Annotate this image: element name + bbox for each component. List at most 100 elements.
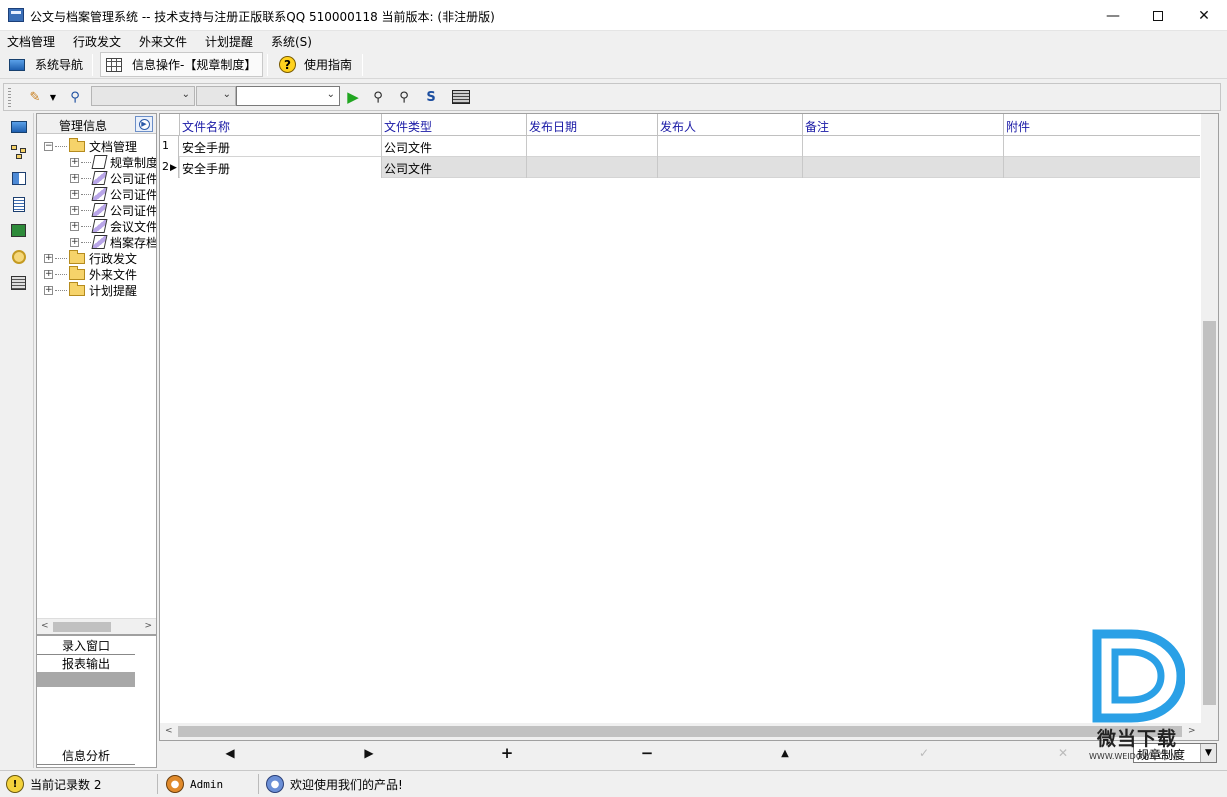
tree-node-leaf[interactable]: + 规章制度 — [70, 154, 156, 170]
user-guide-button[interactable]: ? 使用指南 — [279, 52, 352, 77]
tree-node-leaf[interactable]: + 公司证件 — [70, 186, 156, 202]
scroll-left-icon[interactable]: < — [41, 621, 49, 631]
print-icon[interactable] — [450, 88, 472, 106]
column-header[interactable]: 文件类型 — [382, 114, 527, 136]
table-cell[interactable]: 安全手册 — [180, 157, 382, 178]
book-icon[interactable] — [10, 171, 27, 186]
operator-select[interactable]: ⌄ — [196, 86, 236, 106]
scrollbar-thumb[interactable] — [178, 726, 1182, 737]
table-cell[interactable]: 安全手册 — [180, 136, 382, 157]
status-divider — [258, 774, 259, 794]
tree-node-label: 会议文件 — [110, 219, 157, 234]
expand-icon[interactable]: + — [44, 285, 53, 295]
column-header[interactable]: 文件名称 — [180, 114, 382, 136]
menu-admin-dispatch[interactable]: 行政发文 — [73, 33, 121, 50]
monitor-icon[interactable] — [10, 119, 27, 134]
tree-node-label: 行政发文 — [89, 251, 138, 266]
first-record-icon[interactable]: ◀ — [222, 745, 238, 761]
expand-icon[interactable]: + — [44, 253, 53, 263]
expand-icon[interactable]: + — [70, 157, 79, 167]
column-header[interactable]: 发布日期 — [527, 114, 658, 136]
scroll-left-icon[interactable]: < — [165, 726, 173, 736]
run-query-icon[interactable]: ▶ — [344, 88, 362, 106]
tree-node-folder[interactable]: + 计划提醒 — [44, 281, 137, 298]
tree-node-folder[interactable]: + 行政发文 — [44, 249, 138, 266]
tree-structure-icon[interactable] — [10, 145, 27, 160]
collapse-icon[interactable]: − — [44, 141, 53, 151]
printer-icon[interactable] — [10, 275, 27, 290]
menu-plan-reminder[interactable]: 计划提醒 — [205, 33, 253, 50]
tree-node-folder[interactable]: − 文档管理 — [44, 137, 137, 154]
table-cell[interactable] — [803, 157, 1004, 178]
cancel-record-icon[interactable]: ✕ — [1055, 745, 1071, 761]
expand-icon[interactable]: + — [70, 173, 79, 183]
info-operation-tab[interactable]: 信息操作-【规章制度】 — [100, 52, 264, 77]
document-icon[interactable] — [10, 197, 27, 212]
magnifier-icon[interactable]: ⚲ — [66, 88, 84, 106]
pencil-icon[interactable]: ✎ — [26, 88, 44, 106]
table-cell[interactable] — [1004, 157, 1200, 178]
scroll-right-icon[interactable]: > — [144, 621, 152, 631]
table-cell[interactable] — [658, 157, 803, 178]
tree-node-leaf[interactable]: + 公司证件 — [70, 202, 157, 218]
info-analysis-button[interactable]: 信息分析 — [37, 747, 135, 765]
title-bar: 公文与档案管理系统 -- 技术支持与注册正版联系QQ 510000118 当前版… — [0, 0, 1227, 31]
last-record-icon[interactable]: ▶ — [361, 745, 377, 761]
dropdown-arrow-icon[interactable]: ▼ — [48, 88, 58, 106]
field-select[interactable]: ⌄ — [91, 86, 195, 106]
expand-icon[interactable]: + — [70, 237, 79, 247]
column-header[interactable]: 发布人 — [658, 114, 803, 136]
post-record-icon[interactable]: ✓ — [916, 745, 932, 761]
minimize-icon[interactable]: — — [1090, 0, 1136, 31]
help-icon: ? — [279, 56, 296, 73]
tree-horizontal-scrollbar[interactable]: < > — [37, 618, 156, 634]
refresh-icon[interactable]: S — [422, 88, 440, 106]
close-icon[interactable]: ✕ — [1181, 0, 1227, 31]
find-icon[interactable]: ⚲ — [369, 88, 387, 106]
file-icon — [91, 203, 108, 217]
menu-system[interactable]: 系统(S) — [271, 33, 312, 50]
table-cell[interactable] — [658, 136, 803, 157]
table-cell[interactable] — [527, 157, 658, 178]
table-cell[interactable] — [527, 136, 658, 157]
add-record-icon[interactable]: + — [499, 744, 515, 762]
menu-incoming-files[interactable]: 外来文件 — [139, 33, 187, 50]
value-input[interactable]: ⌄ — [236, 86, 340, 106]
scrollbar-thumb[interactable] — [53, 622, 111, 632]
grid-horizontal-scrollbar[interactable]: < > — [160, 723, 1218, 740]
edit-record-icon[interactable]: ▲ — [777, 745, 793, 761]
chart-icon[interactable] — [10, 223, 27, 238]
maximize-icon[interactable] — [1135, 0, 1181, 31]
system-nav-button[interactable]: 系统导航 — [9, 52, 83, 77]
expand-icon[interactable]: + — [70, 205, 79, 215]
key-icon[interactable] — [10, 249, 27, 264]
table-cell[interactable]: 公司文件 — [382, 136, 527, 157]
find-next-icon[interactable]: ⚲ — [395, 88, 413, 106]
tree-node-leaf[interactable]: + 公司证件 — [70, 170, 156, 186]
nav-separator — [92, 54, 93, 76]
table-cell[interactable] — [803, 136, 1004, 157]
folder-icon — [69, 265, 85, 280]
entry-window-button[interactable]: 录入窗口 — [37, 637, 135, 655]
toolbar-grip[interactable] — [8, 88, 11, 108]
menu-document-management[interactable]: 文档管理 — [7, 33, 55, 50]
report-output-button[interactable]: 报表输出 — [37, 655, 135, 673]
column-header[interactable]: 附件 — [1004, 114, 1200, 136]
column-header[interactable]: 备注 — [803, 114, 1004, 136]
delete-record-icon[interactable]: − — [639, 744, 655, 762]
expand-icon[interactable]: + — [70, 221, 79, 231]
tree-node-folder[interactable]: + 外来文件 — [44, 265, 137, 282]
table-row[interactable]: 1 安全手册 公司文件 — [160, 136, 1200, 157]
window-title: 公文与档案管理系统 -- 技术支持与注册正版联系QQ 510000118 当前版… — [30, 10, 495, 24]
tree-node-label: 公司证件 — [110, 203, 157, 218]
table-cell[interactable] — [1004, 136, 1200, 157]
tree-node-leaf[interactable]: + 会议文件 — [70, 218, 157, 234]
expand-icon[interactable]: + — [44, 269, 53, 279]
expand-icon[interactable]: + — [70, 189, 79, 199]
status-bar: ! 当前记录数 2 ● Admin ● 欢迎使用我们的产品! — [0, 770, 1227, 797]
record-count-text: 当前记录数 2 — [30, 777, 102, 792]
tree-node-leaf[interactable]: + 档案存档 — [70, 234, 156, 250]
tree-collapse-button[interactable]: ▶ — [135, 116, 153, 132]
table-row-selected[interactable]: 2▶ 安全手册 公司文件 — [160, 157, 1200, 178]
table-cell[interactable]: 公司文件 — [382, 157, 527, 178]
